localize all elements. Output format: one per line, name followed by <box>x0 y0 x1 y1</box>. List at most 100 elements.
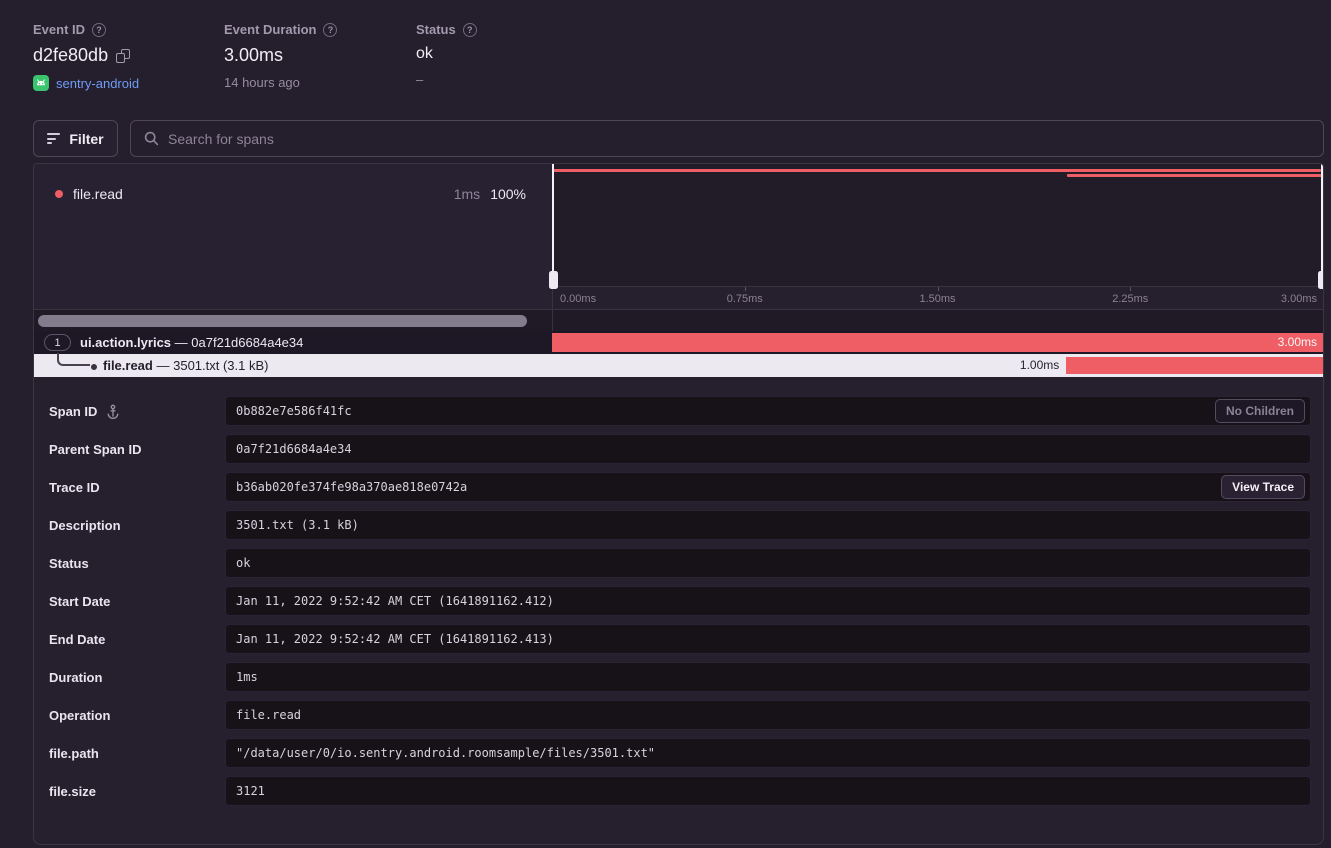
detail-value: Jan 11, 2022 9:52:42 AM CET (1641891162.… <box>225 586 1311 616</box>
span-row-root[interactable]: 1 ui.action.lyrics — 0a7f21d6684a4e34 3.… <box>34 331 1323 354</box>
detail-value-text: 1ms <box>236 670 258 684</box>
ops-breakdown: file.read 1ms 100% <box>34 164 552 309</box>
detail-label: Trace ID <box>49 472 100 502</box>
android-project-icon <box>33 75 49 91</box>
copy-icon[interactable] <box>116 49 130 63</box>
axis-tick-label: 0.75ms <box>727 293 763 305</box>
detail-row: Parent Span ID 0a7f21d6684a4e34 <box>34 434 1323 464</box>
detail-row: End Date Jan 11, 2022 9:52:42 AM CET (164… <box>34 624 1323 654</box>
detail-label: file.path <box>49 738 99 768</box>
detail-value: 3121 <box>225 776 1311 806</box>
detail-row: file.path "/data/user/0/io.sentry.android… <box>34 738 1323 768</box>
minimap-canvas[interactable] <box>552 164 1323 286</box>
detail-value-text: 0a7f21d6684a4e34 <box>236 442 352 456</box>
event-duration-ago: 14 hours ago <box>224 75 300 90</box>
detail-value-text: 3501.txt (3.1 kB) <box>236 518 359 532</box>
axis-tick-mark <box>745 287 746 291</box>
ops-breakdown-row: file.read 1ms 100% <box>55 186 526 202</box>
detail-row: Description 3501.txt (3.1 kB) <box>34 510 1323 540</box>
help-icon[interactable]: ? <box>463 23 477 37</box>
detail-label: Duration <box>49 662 102 692</box>
span-search <box>130 120 1324 157</box>
detail-row: Trace ID b36ab020fe374fe98a370ae818e0742a… <box>34 472 1323 502</box>
detail-label: Span ID <box>49 396 120 426</box>
event-duration-value: 3.00ms <box>224 45 283 66</box>
detail-value: b36ab020fe374fe98a370ae818e0742a View Tra… <box>225 472 1311 502</box>
detail-value: 3501.txt (3.1 kB) <box>225 510 1311 540</box>
span-title: file.read — 3501.txt (3.1 kB) <box>103 354 269 377</box>
axis-tick-mark <box>938 287 939 291</box>
filter-icon <box>47 133 60 144</box>
detail-value: ok <box>225 548 1311 578</box>
detail-label: Status <box>49 548 89 578</box>
detail-label: Description <box>49 510 121 540</box>
scrollbar-thumb[interactable] <box>38 315 527 327</box>
viewport-handle-right[interactable] <box>1321 164 1323 286</box>
anchor-icon[interactable] <box>106 404 120 419</box>
filter-button-label: Filter <box>69 131 103 147</box>
status-column: Status ? ok – <box>416 22 477 87</box>
tree-connector <box>57 353 90 366</box>
detail-value: 0b882e7e586f41fc No Children <box>225 396 1311 426</box>
span-duration-bar[interactable]: 3.00ms <box>552 333 1323 352</box>
handle-grip[interactable] <box>549 271 558 289</box>
axis-tick-label: 3.00ms <box>1281 293 1317 305</box>
span-duration-bar[interactable] <box>1066 357 1323 374</box>
minimap-span-line <box>552 169 1321 172</box>
detail-value: 0a7f21d6684a4e34 <box>225 434 1311 464</box>
event-id-label-row: Event ID ? <box>33 22 139 37</box>
axis-tick-label: 2.25ms <box>1112 293 1148 305</box>
axis-tick-label: 1.50ms <box>919 293 955 305</box>
status-sub: – <box>416 72 423 87</box>
detail-row: Status ok <box>34 548 1323 578</box>
detail-row: Duration 1ms <box>34 662 1323 692</box>
detail-value: Jan 11, 2022 9:52:42 AM CET (1641891162.… <box>225 624 1311 654</box>
no-children-button[interactable]: No Children <box>1215 399 1305 423</box>
scrollbar-track[interactable] <box>34 309 1323 331</box>
search-icon <box>144 131 159 146</box>
span-details-rows: Span ID 0b882e7e586f41fc No Children Parent… <box>34 377 1323 814</box>
handle-grip[interactable] <box>1318 271 1325 289</box>
span-row-left: 1 ui.action.lyrics — 0a7f21d6684a4e34 <box>34 331 552 354</box>
children-count-badge[interactable]: 1 <box>44 334 71 351</box>
viewport-handle-left[interactable] <box>552 164 554 286</box>
span-bar-zone: 3.00ms <box>552 331 1323 354</box>
detail-value-text: ok <box>236 556 250 570</box>
detail-label: file.size <box>49 776 96 806</box>
filter-button[interactable]: Filter <box>33 120 118 157</box>
project-link[interactable]: sentry-android <box>56 76 139 91</box>
detail-value-text: 3121 <box>236 784 265 798</box>
detail-label: Parent Span ID <box>49 434 141 464</box>
axis-tick-label: 0.00ms <box>560 293 596 305</box>
detail-value: "/data/user/0/io.sentry.android.roomsamp… <box>225 738 1311 768</box>
detail-value-text: b36ab020fe374fe98a370ae818e0742a <box>236 480 467 494</box>
detail-value-text: "/data/user/0/io.sentry.android.roomsamp… <box>236 746 655 760</box>
detail-row: Operation file.read <box>34 700 1323 730</box>
help-icon[interactable]: ? <box>323 23 337 37</box>
detail-row: file.size 3121 <box>34 776 1323 806</box>
detail-row: Span ID 0b882e7e586f41fc No Children <box>34 396 1323 426</box>
detail-label: Start Date <box>49 586 110 616</box>
span-row-selected[interactable]: file.read — 3501.txt (3.1 kB) 1.00ms <box>34 354 1323 377</box>
help-icon[interactable]: ? <box>92 23 106 37</box>
op-percent: 100% <box>490 186 526 202</box>
detail-value-text: file.read <box>236 708 301 722</box>
trace-panel: file.read 1ms 100% 0.00ms 0.75ms 1.50ms 2.2… <box>33 163 1324 845</box>
op-color-dot <box>55 190 63 198</box>
view-trace-button[interactable]: View Trace <box>1221 475 1305 499</box>
detail-value-text: 0b882e7e586f41fc <box>236 404 352 418</box>
search-input[interactable] <box>168 131 1310 147</box>
detail-value-text: Jan 11, 2022 9:52:42 AM CET (1641891162.… <box>236 594 554 608</box>
detail-row: Start Date Jan 11, 2022 9:52:42 AM CET (1… <box>34 586 1323 616</box>
tree-connector-dot <box>91 364 97 370</box>
span-bar-label: 3.00ms <box>1278 333 1317 352</box>
status-value: ok <box>416 45 433 63</box>
span-bar-label: 1.00ms <box>1020 354 1066 377</box>
axis-tick-mark <box>1323 287 1324 291</box>
detail-label: Operation <box>49 700 110 730</box>
time-axis: 0.00ms 0.75ms 1.50ms 2.25ms 3.00ms <box>552 286 1323 309</box>
detail-label: End Date <box>49 624 105 654</box>
op-duration: 1ms <box>454 186 480 202</box>
trace-minimap: file.read 1ms 100% 0.00ms 0.75ms 1.50ms 2.2… <box>34 164 1323 309</box>
event-id-column: Event ID ? d2fe80db sentry-android <box>33 22 139 91</box>
